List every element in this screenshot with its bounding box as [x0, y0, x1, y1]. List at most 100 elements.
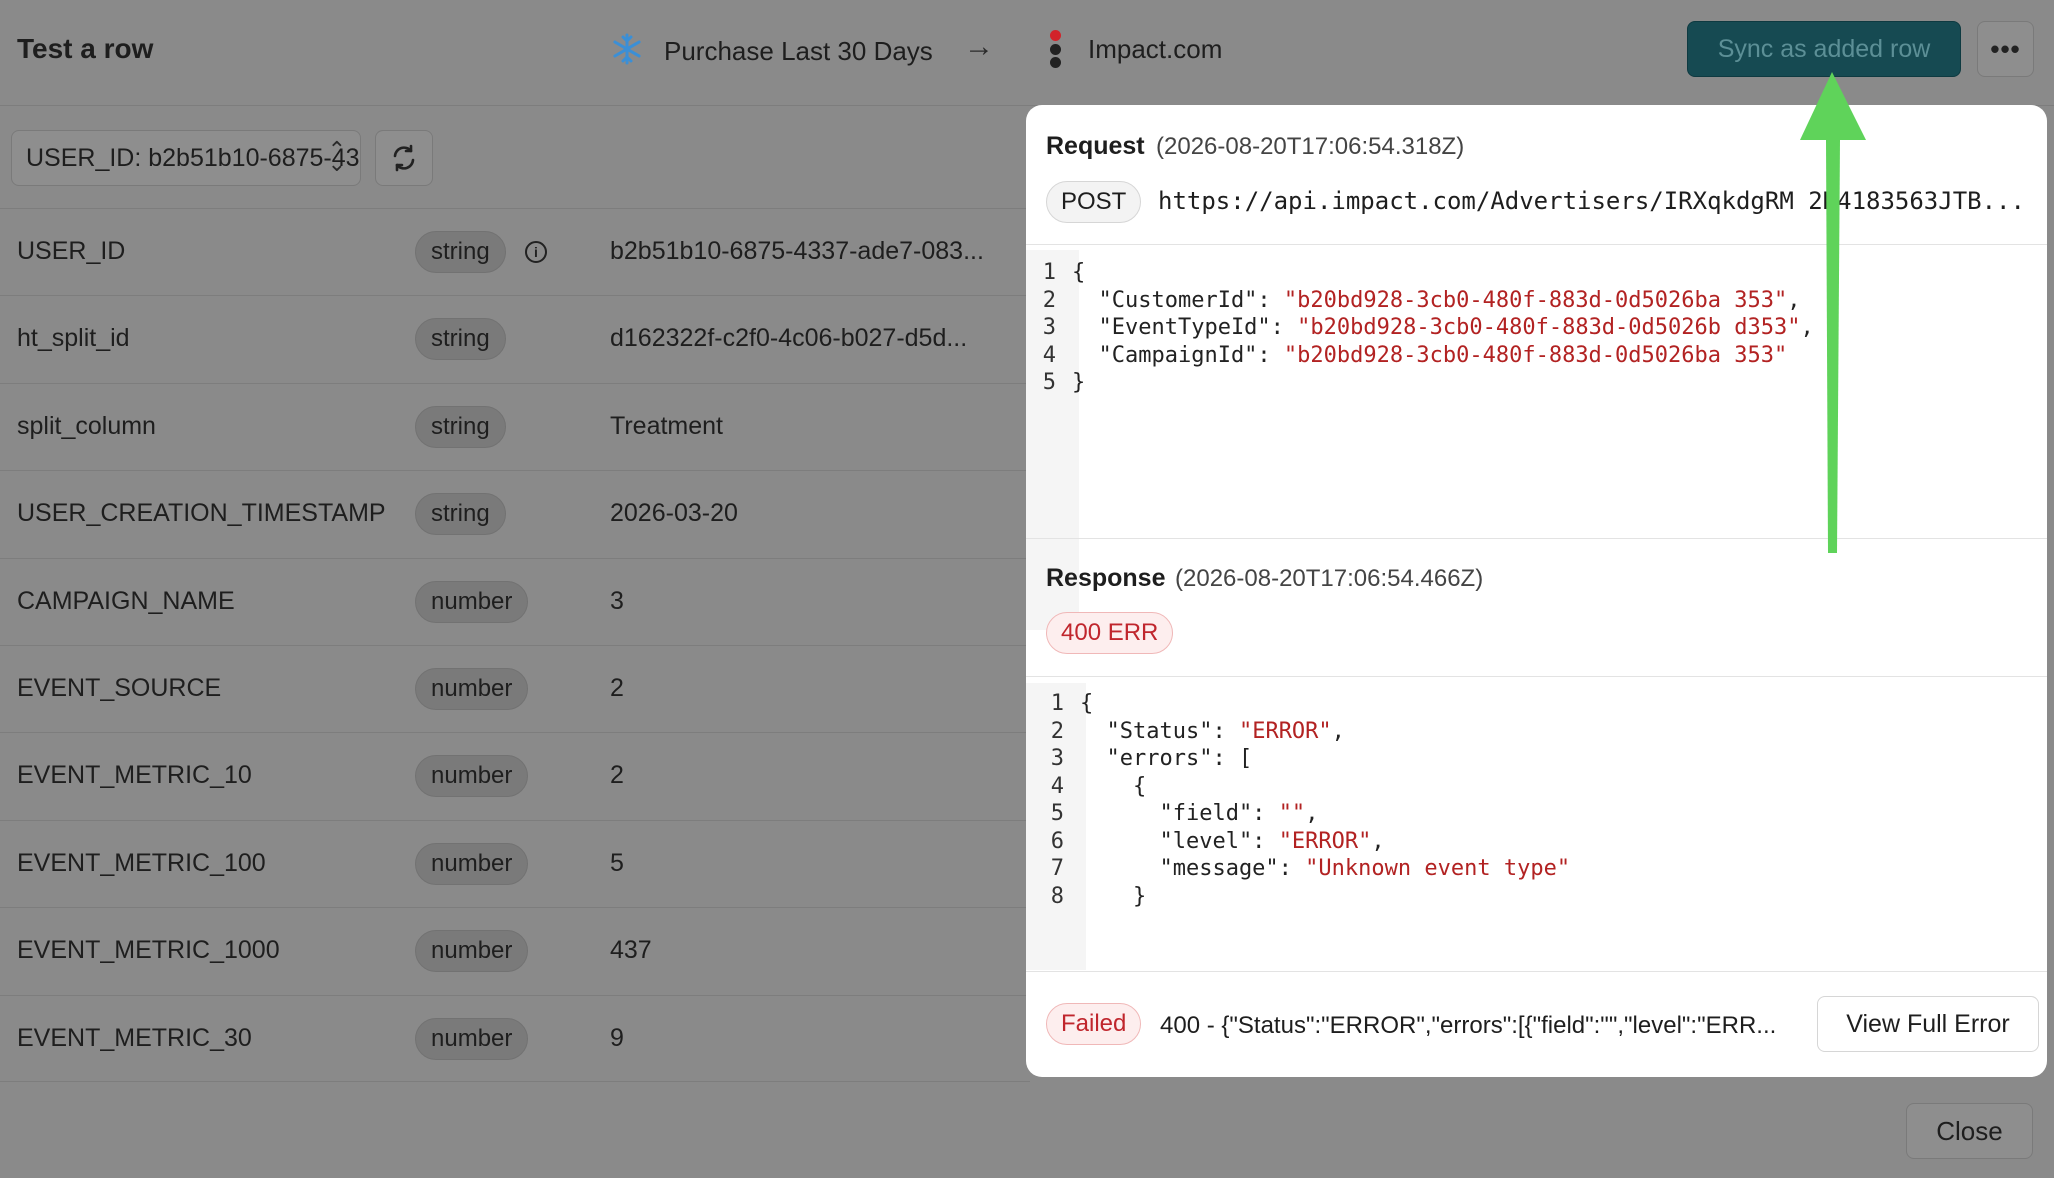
field-name: split_column [17, 411, 156, 440]
field-value: 9 [610, 1023, 624, 1052]
field-name: EVENT_METRIC_30 [17, 1023, 252, 1052]
request-label: Request [1046, 132, 1145, 160]
line-number: 8 [1050, 883, 1064, 909]
type-badge: number [415, 842, 529, 885]
field-name: EVENT_METRIC_1000 [17, 936, 280, 965]
field-name: ht_split_id [17, 324, 130, 353]
sync-as-added-row-button[interactable]: Sync as added row [1687, 21, 1961, 77]
field-name: EVENT_METRIC_10 [17, 761, 252, 790]
response-body[interactable]: 1{2 "Status": "ERROR", 3 "errors": [4 {5 … [1026, 683, 2047, 970]
field-value: 2 [610, 761, 624, 790]
close-button[interactable]: Close [1906, 1103, 2033, 1159]
type-badge: string [415, 405, 506, 448]
field-value: 3 [610, 586, 624, 615]
line-number: 2 [1042, 287, 1056, 313]
field-value: Treatment [610, 411, 724, 440]
destination: Impact.com [1048, 30, 1222, 68]
code-text: "field": "", [1080, 801, 1319, 826]
view-full-error-button[interactable]: View Full Error [1817, 996, 2039, 1052]
line-number: 1 [1042, 260, 1056, 285]
page-title: Test a row [17, 33, 154, 64]
code-text: } [1072, 370, 1086, 395]
method-badge: POST [1046, 181, 1142, 223]
table-row: EVENT_METRIC_10 number 2 [0, 732, 1030, 819]
response-timestamp: (2026-08-20T17:06:54.466Z) [1175, 565, 1484, 592]
code-text: { [1072, 260, 1086, 285]
code-text: "level": "ERROR", [1080, 828, 1385, 854]
code-text: "CampaignId": "b20bd928-3cb0-480f-883d-0… [1072, 342, 1788, 368]
source-label: Purchase Last 30 Days [664, 36, 933, 66]
divider [1026, 676, 2047, 677]
request-url: https://api.impact.com/Advertisers/IRXqk… [1158, 187, 2025, 215]
field-name: CAMPAIGN_NAME [17, 586, 235, 615]
divider [1026, 538, 2047, 539]
type-badge: number [415, 930, 529, 973]
type-badge: number [415, 755, 529, 798]
line-number: 4 [1050, 773, 1064, 799]
test-result-popover: Request (2026-08-20T17:06:54.318Z) POST … [1026, 105, 2047, 1077]
field-value: 2 [610, 673, 624, 702]
refresh-icon [393, 144, 415, 172]
table-row: USER_ID string i b2b51b10-6875-4337-ade7-08… [0, 208, 1030, 295]
code-text: "Status": "ERROR", [1080, 718, 1345, 744]
field-value: b2b51b10-6875-4337-ade7-083... [610, 237, 984, 265]
response-label: Response [1046, 564, 1166, 592]
code-text: "EventTypeId": "b20bd928-3cb0-480f-883d-… [1072, 315, 1814, 340]
snowflake-icon [610, 32, 644, 71]
type-badge: number [415, 1017, 529, 1060]
refresh-button[interactable] [375, 130, 433, 186]
code-text: { [1080, 691, 1094, 716]
field-value: 2026-03-20 [610, 499, 738, 528]
table-row: split_column string Treatment [0, 382, 1030, 470]
code-text: "CustomerId": "b20bd928-3cb0-480f-883d-0… [1072, 287, 1801, 313]
arrow-right-icon: → [964, 30, 994, 63]
line-number: 7 [1050, 856, 1064, 881]
line-number: 6 [1050, 828, 1064, 854]
source-model: Purchase Last 30 Days [610, 32, 933, 71]
line-number: 4 [1042, 342, 1056, 368]
type-badge: string [415, 318, 506, 361]
table-row: CAMPAIGN_NAME number 3 [0, 557, 1030, 645]
result-footer: Failed 400 - {"Status":"ERROR","errors":… [1026, 971, 2047, 1075]
table-row: EVENT_METRIC_100 number 5 [0, 819, 1030, 907]
chevron-up-down-icon: ⌃ ⌄ [327, 137, 346, 176]
table-row: EVENT_METRIC_30 number 9 [0, 994, 1030, 1082]
field-name: EVENT_SOURCE [17, 673, 222, 702]
line-number: 5 [1042, 370, 1056, 395]
type-badge: string [415, 493, 506, 536]
row-selector-value: USER_ID: b2b51b10-6875-4337-ade7-083 [26, 143, 360, 172]
type-badge: string [415, 231, 506, 273]
line-number: 5 [1050, 801, 1064, 826]
row-selector[interactable]: USER_ID: b2b51b10-6875-4337-ade7-083 ⌃⌄ [11, 130, 361, 186]
table-row: ht_split_id string d162322f-c2f0-4c06-b027… [0, 295, 1030, 382]
field-value: d162322f-c2f0-4c06-b027-d5d... [610, 324, 968, 353]
table-row: USER_CREATION_TIMESTAMP string 2026-03-20 [0, 470, 1030, 557]
more-options-button[interactable]: ••• [1977, 21, 2034, 77]
code-text: { [1080, 773, 1147, 799]
line-number: 1 [1050, 691, 1064, 716]
code-text: } [1080, 883, 1147, 909]
failed-badge: Failed [1046, 1003, 1142, 1045]
field-name: USER_ID [17, 237, 126, 265]
divider [1026, 244, 2047, 245]
type-badge: number [415, 667, 529, 710]
line-number: 3 [1050, 746, 1064, 771]
info-icon[interactable]: i [525, 241, 547, 263]
destination-label: Impact.com [1088, 33, 1223, 64]
response-status-badge: 400 ERR [1046, 612, 1174, 654]
table-row: EVENT_SOURCE number 2 [0, 644, 1030, 732]
code-text: "errors": [ [1080, 746, 1253, 771]
field-table: USER_ID string i b2b51b10-6875-4337-ade7-08… [0, 208, 1030, 1082]
field-value: 437 [610, 936, 652, 965]
field-name: USER_CREATION_TIMESTAMP [17, 499, 386, 528]
traffic-light-icon [1048, 30, 1062, 68]
line-number: 2 [1050, 718, 1064, 744]
field-value: 5 [610, 848, 624, 877]
header: Test a row Purchase Last 30 Days → Impac… [0, 0, 2054, 106]
type-badge: number [415, 580, 529, 623]
table-row: EVENT_METRIC_1000 number 437 [0, 907, 1030, 994]
code-text: "message": "Unknown event type" [1080, 856, 1571, 881]
line-number: 3 [1042, 315, 1056, 340]
error-summary: 400 - {"Status":"ERROR","errors":[{"fiel… [1160, 1012, 1777, 1039]
request-timestamp: (2026-08-20T17:06:54.318Z) [1156, 133, 1465, 160]
